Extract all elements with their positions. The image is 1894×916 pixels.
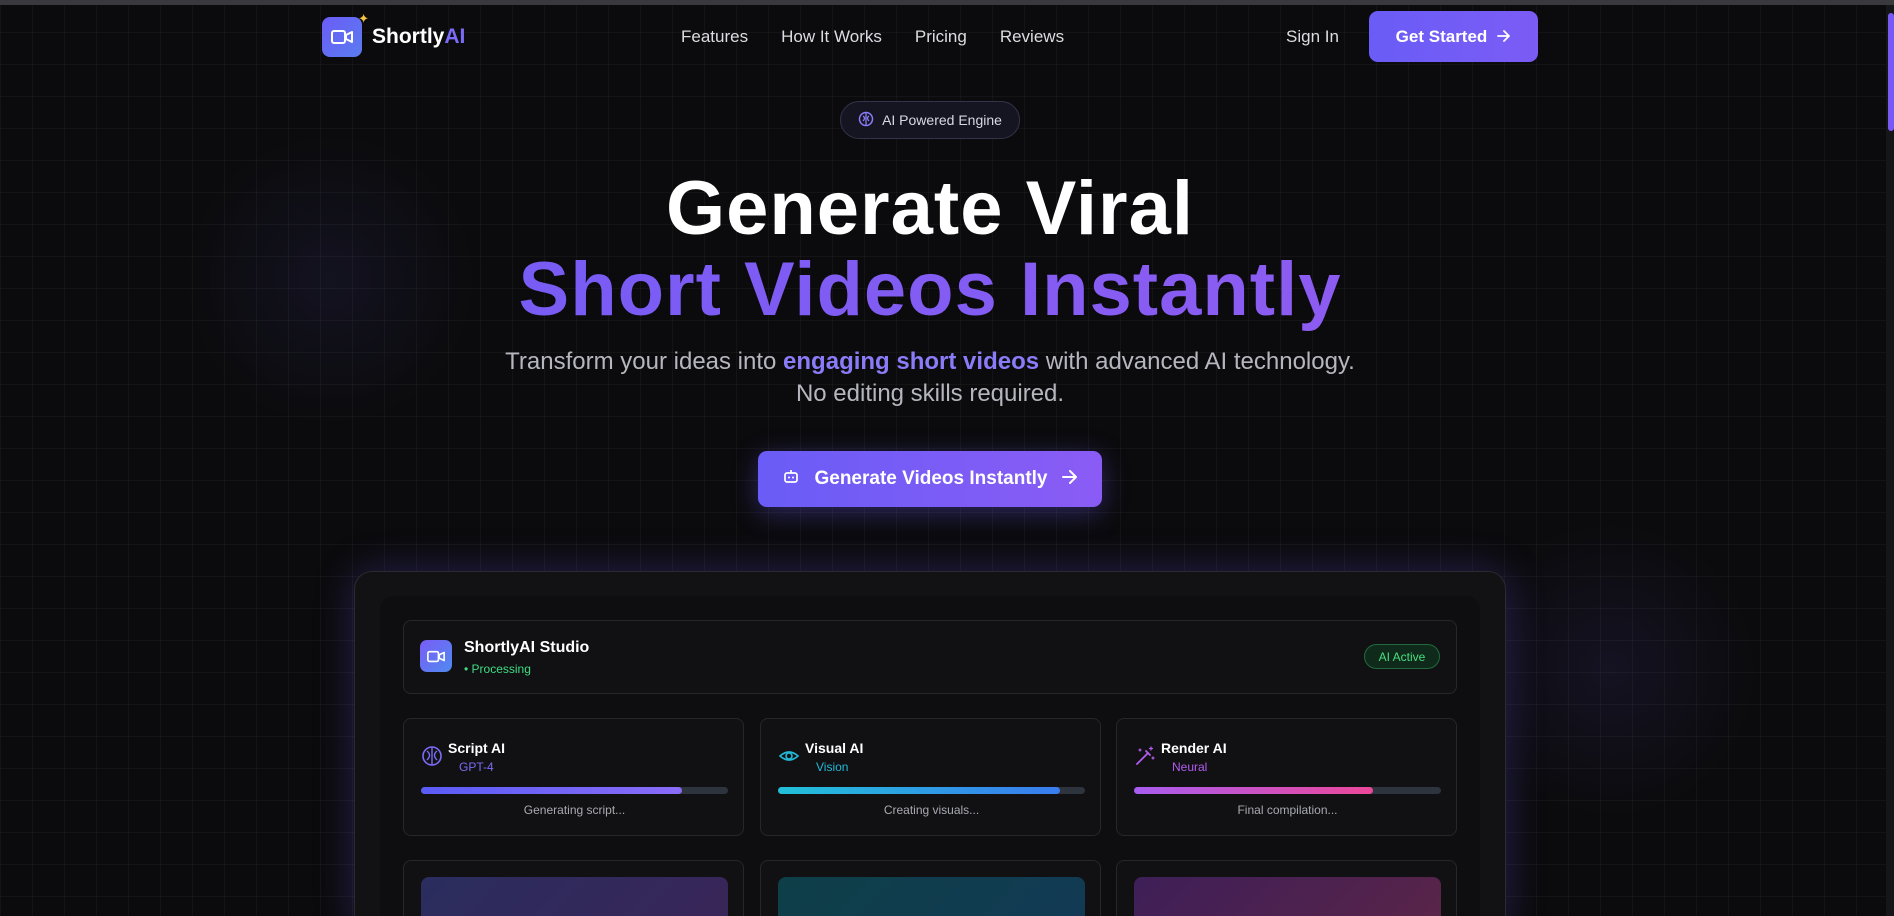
- progress-fill: [421, 787, 682, 794]
- badge-label: AI Powered Engine: [882, 112, 1002, 128]
- progress-fill: [1134, 787, 1374, 794]
- video-camera-icon: [420, 640, 452, 672]
- brain-icon: [421, 745, 443, 767]
- hero-subtitle-line2: No editing skills required.: [795, 380, 1065, 407]
- brain-icon: [858, 111, 874, 130]
- hero-title-line2: Short Videos Instantly: [0, 246, 1860, 333]
- progress-track: [778, 787, 1085, 794]
- top-navigation: ✦ ShortlyAI Features How It Works Pricin…: [0, 5, 1894, 67]
- generate-videos-button[interactable]: Generate Videos Instantly: [758, 451, 1102, 507]
- studio-status: • Processing: [464, 662, 531, 676]
- ai-active-badge: AI Active: [1364, 644, 1440, 669]
- card-subtitle: GPT-4: [459, 760, 494, 774]
- video-preview-card: [1116, 860, 1457, 916]
- progress-track: [1134, 787, 1441, 794]
- arrow-right-icon: [1497, 27, 1511, 47]
- card-render-ai: Render AI Neural Final compilation...: [1116, 718, 1457, 836]
- sign-in-link[interactable]: Sign In: [1286, 27, 1339, 47]
- progress-track: [421, 787, 728, 794]
- video-thumbnail[interactable]: [421, 877, 728, 916]
- get-started-label: Get Started: [1395, 26, 1488, 46]
- ai-powered-badge: AI Powered Engine: [840, 101, 1020, 139]
- card-status: Creating visuals...: [883, 803, 980, 817]
- card-visual-ai: Visual AI Vision Creating visuals...: [760, 718, 1101, 836]
- sparkle-icon: ✦: [358, 11, 369, 26]
- magic-wand-icon: [1134, 745, 1156, 767]
- card-status: Generating script...: [523, 803, 626, 817]
- hero-subtitle: Transform your ideas into engaging short…: [505, 348, 1355, 375]
- progress-fill: [778, 787, 1061, 794]
- card-title: Render AI: [1161, 740, 1227, 756]
- subtitle-highlight: engaging short videos: [783, 348, 1040, 375]
- card-subtitle: Vision: [816, 760, 849, 774]
- card-status: Final compilation...: [1237, 803, 1338, 817]
- card-title: Script AI: [448, 740, 506, 756]
- video-thumbnail[interactable]: [778, 877, 1085, 916]
- video-camera-icon: ✦: [322, 11, 369, 57]
- logo[interactable]: ✦ ShortlyAI: [322, 11, 466, 57]
- brand-name: ShortlyAI: [372, 25, 466, 48]
- card-title: Visual AI: [805, 740, 864, 756]
- video-preview-card: [403, 860, 744, 916]
- arrow-right-icon: [1061, 468, 1078, 490]
- nav-links: Features How It Works Pricing Reviews: [681, 27, 1064, 47]
- nav-link-reviews[interactable]: Reviews: [1000, 27, 1064, 47]
- card-script-ai: Script AI GPT-4 Generating script...: [403, 718, 744, 836]
- nav-link-pricing[interactable]: Pricing: [915, 27, 967, 47]
- get-started-button[interactable]: Get Started: [1369, 11, 1538, 62]
- studio-title: ShortlyAI Studio: [464, 639, 590, 656]
- video-thumbnail[interactable]: [1134, 877, 1441, 916]
- video-preview-card: [760, 860, 1101, 916]
- cta-label: Generate Videos Instantly: [814, 468, 1048, 489]
- scrollbar[interactable]: [1886, 5, 1894, 916]
- nav-link-features[interactable]: Features: [681, 27, 748, 47]
- nav-link-how-it-works[interactable]: How It Works: [781, 27, 882, 47]
- eye-icon: [778, 745, 800, 767]
- studio-header: [403, 620, 1457, 694]
- robot-icon: [782, 467, 800, 491]
- card-subtitle: Neural: [1172, 760, 1208, 774]
- hero-title-line1: Generate Viral: [665, 166, 1194, 251]
